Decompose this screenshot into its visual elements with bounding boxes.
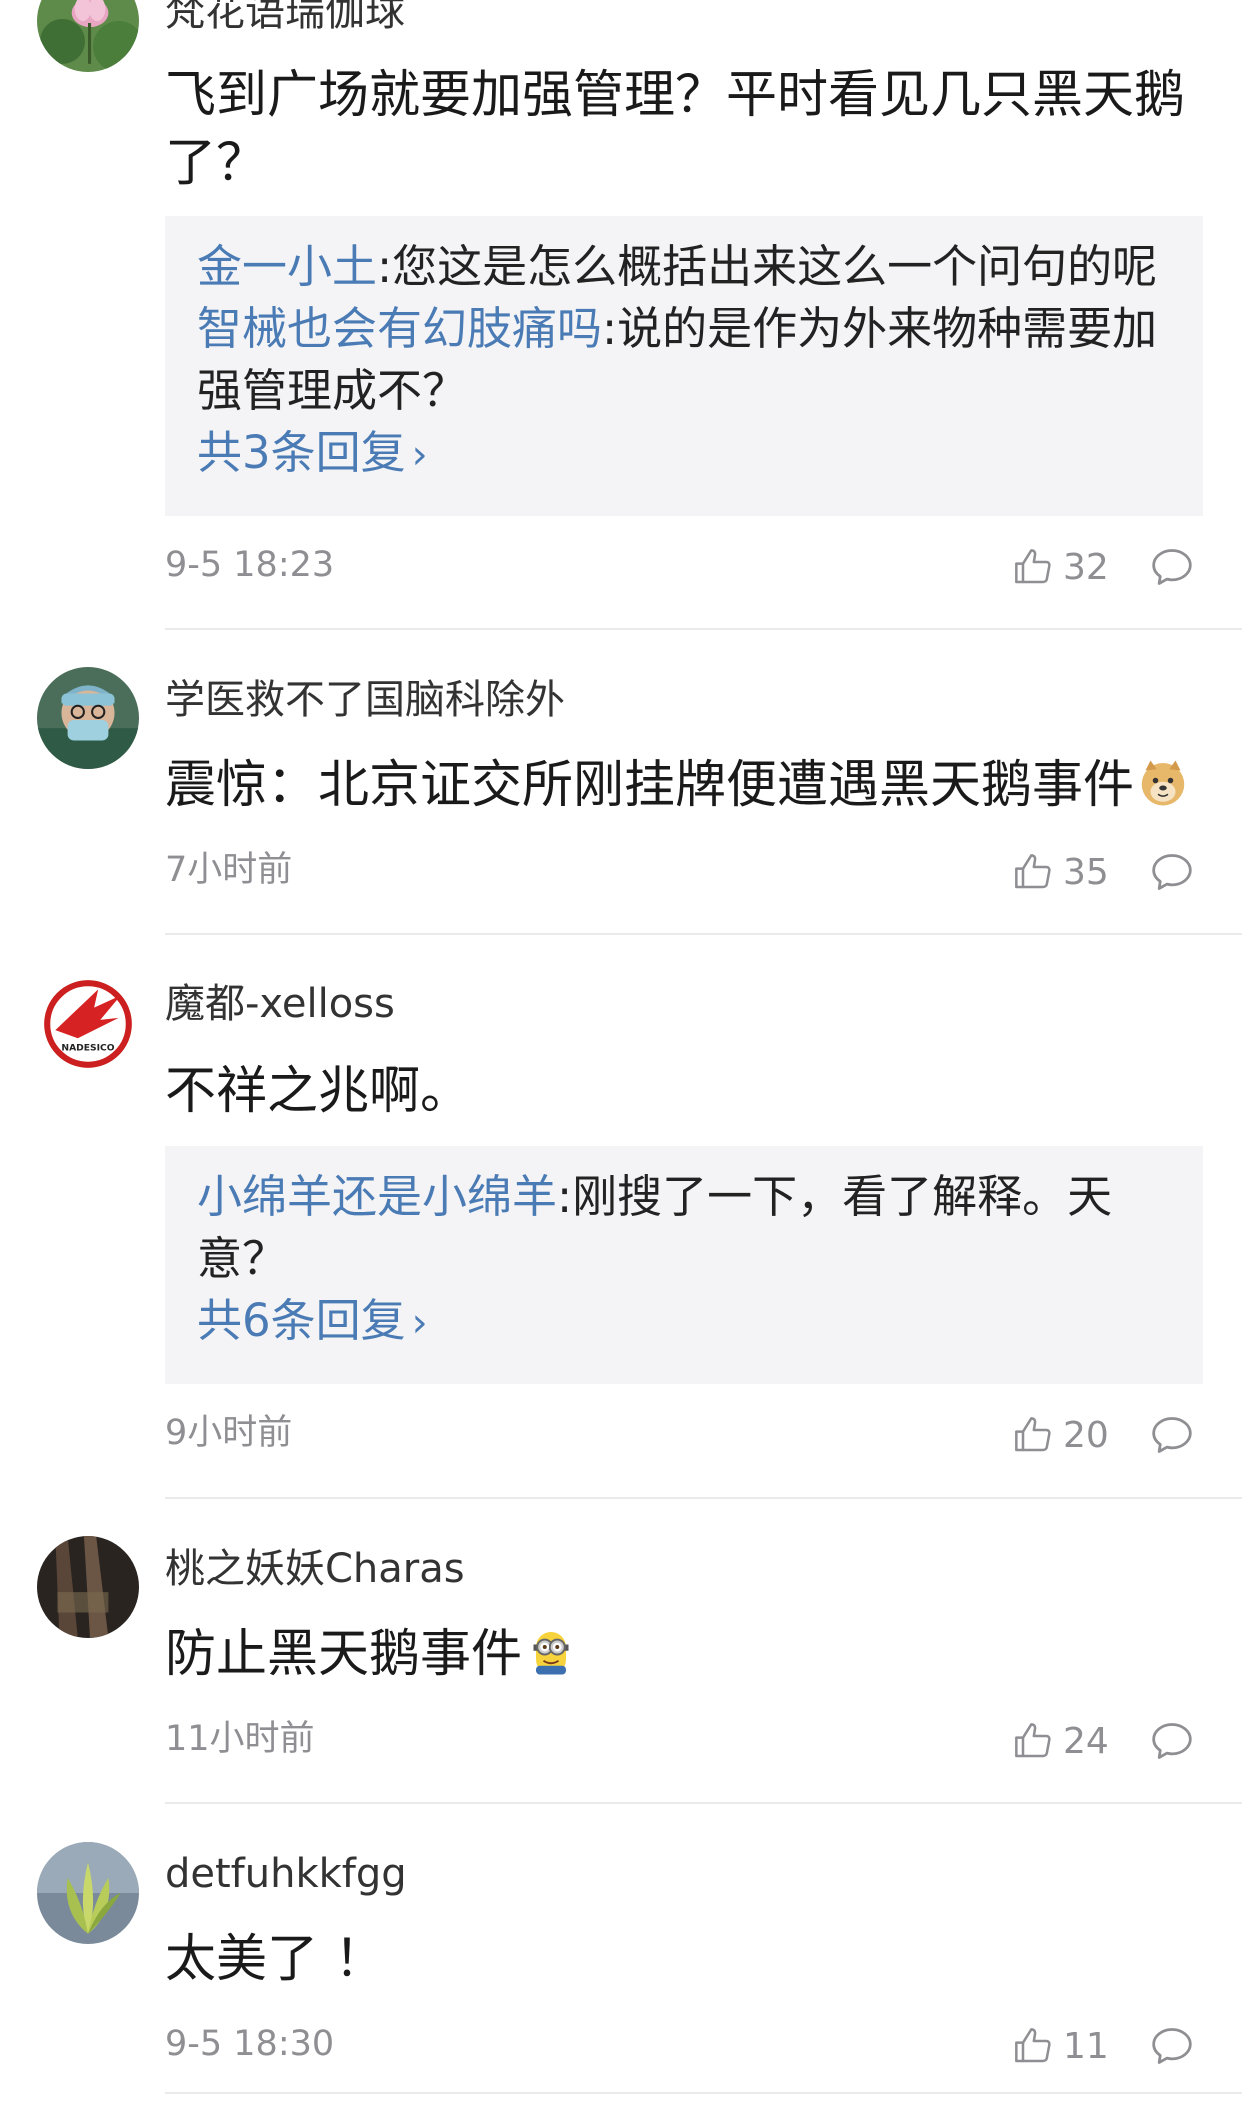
reply-username[interactable]: 小绵羊还是小绵羊	[197, 1170, 557, 1223]
more-replies-link[interactable]: 共6条回复 ›	[197, 1290, 1171, 1354]
avatar[interactable]	[37, 1842, 139, 1944]
comment-text: 不祥之兆啊。	[165, 1062, 472, 1121]
like-button[interactable]: 35	[1013, 849, 1109, 895]
more-replies-link[interactable]: 共3条回复 ›	[197, 422, 1171, 486]
reply-line: 金一小土:您这是怎么概括出来这么一个问句的呢	[197, 236, 1171, 298]
reply-text: :您这是怎么概括出来这么一个问句的呢	[377, 240, 1158, 293]
like-icon	[1015, 2028, 1051, 2063]
divider	[165, 1802, 1242, 1804]
reply-icon[interactable]	[1150, 2025, 1194, 2067]
reply-icon[interactable]	[1150, 851, 1194, 893]
reply-line: 智械也会有幻肢痛吗:说的是作为外来物种需要加强管理成不？	[197, 298, 1171, 422]
minion-emoji-icon	[526, 1627, 576, 1677]
username[interactable]: 魔都-xelloss	[165, 978, 395, 1030]
username[interactable]: 桃之妖妖Charas	[165, 1543, 465, 1595]
like-button[interactable]: 11	[1013, 2023, 1109, 2069]
reply-username[interactable]: 金一小土	[197, 240, 377, 293]
like-icon	[1015, 1417, 1051, 1452]
reply-preview-box[interactable]: 金一小土:您这是怎么概括出来这么一个问句的呢 智械也会有幻肢痛吗:说的是作为外来…	[165, 216, 1203, 516]
avatar[interactable]	[37, 1536, 139, 1638]
avatar[interactable]: NADESICO	[37, 973, 139, 1075]
chevron-right-icon: ›	[411, 1300, 428, 1346]
comment-text: 震惊：北京证交所刚挂牌便遭遇黑天鹅事件	[165, 752, 1205, 820]
comment-text: 飞到广场就要加强管理？平时看见几只黑天鹅了？	[165, 66, 1186, 193]
reply-icon[interactable]	[1150, 546, 1194, 588]
comment-text: 防止黑天鹅事件	[165, 1621, 1205, 1689]
divider	[165, 628, 1242, 630]
like-button[interactable]: 32	[1013, 544, 1109, 590]
like-button[interactable]: 20	[1013, 1412, 1109, 1458]
doge-emoji-icon	[1138, 758, 1188, 808]
like-count: 20	[1063, 1414, 1109, 1456]
like-button[interactable]: 24	[1013, 1718, 1109, 1764]
like-icon	[1015, 549, 1051, 584]
comment-time: 9-5 18:23	[165, 545, 335, 585]
comment-time: 9-5 18:30	[165, 2024, 335, 2064]
username[interactable]: detfuhkkfgg	[165, 1848, 407, 1900]
like-icon	[1015, 854, 1051, 889]
username[interactable]: 梵花语瑞伽球	[165, 0, 405, 38]
divider	[165, 2092, 1242, 2094]
like-count: 24	[1063, 1720, 1109, 1762]
reply-icon[interactable]	[1150, 1720, 1194, 1762]
like-count: 32	[1063, 546, 1109, 588]
username[interactable]: 学医救不了国脑科除外	[165, 674, 565, 726]
reply-username[interactable]: 智械也会有幻肢痛吗	[197, 302, 602, 355]
reply-line: 小绵羊还是小绵羊:刚搜了一下，看了解释。天意？	[197, 1166, 1171, 1290]
like-count: 35	[1063, 851, 1109, 893]
reply-icon[interactable]	[1150, 1414, 1194, 1456]
divider	[165, 1497, 1242, 1499]
like-count: 11	[1063, 2025, 1109, 2067]
like-icon	[1015, 1723, 1051, 1758]
comment-text: 太美了 ！	[165, 1930, 386, 1989]
comment-time: 9小时前	[165, 1413, 293, 1453]
avatar-logo-text: NADESICO	[61, 1043, 114, 1054]
divider	[165, 933, 1242, 935]
reply-preview-box[interactable]: 小绵羊还是小绵羊:刚搜了一下，看了解释。天意？ 共6条回复 ›	[165, 1146, 1203, 1384]
chevron-right-icon: ›	[411, 432, 428, 478]
avatar[interactable]	[37, 667, 139, 769]
avatar[interactable]	[37, 0, 139, 72]
comment-time: 7小时前	[165, 850, 293, 890]
comment-time: 11小时前	[165, 1719, 315, 1759]
